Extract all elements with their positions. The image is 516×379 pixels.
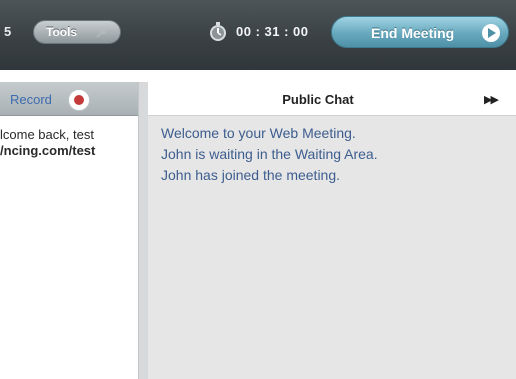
chat-message: Welcome to your Web Meeting.: [161, 125, 356, 141]
tools-button-label: Tools: [46, 25, 78, 39]
record-label: Record: [10, 92, 52, 107]
meeting-window: 5 Tools 00 : 31 : 00 End Meeting Record: [0, 0, 516, 379]
top-toolbar: 5 Tools 00 : 31 : 00 End Meeting: [0, 0, 516, 70]
public-chat-panel: Public Chat ▶▶ Welcome to your Web Meeti…: [148, 82, 516, 379]
end-meeting-label: End Meeting: [371, 25, 455, 41]
toolbar-count: 5: [4, 24, 12, 39]
chat-message: John is waiting in the Waiting Area.: [161, 146, 378, 162]
left-panel-header: Record: [0, 82, 138, 116]
tools-button[interactable]: Tools: [33, 20, 121, 44]
meeting-url: ncing.com/test/: [0, 143, 138, 158]
play-circle-icon: [482, 24, 500, 42]
chat-message-list: Welcome to your Web Meeting. John is wai…: [161, 123, 506, 186]
meeting-url-text: ncing.com/test/: [0, 143, 96, 158]
chat-title: Public Chat: [282, 92, 354, 107]
meeting-timer: 00 : 31 : 00: [236, 24, 309, 39]
chat-header: Public Chat ▶▶: [148, 82, 516, 116]
left-panel: Record lcome back, test ncing.com/test/: [0, 82, 138, 379]
chat-message: John has joined the meeting.: [161, 167, 341, 183]
collapse-arrows-icon[interactable]: ▶▶: [484, 93, 499, 106]
stopwatch-icon: [210, 22, 226, 41]
welcome-message: lcome back, test: [0, 127, 138, 142]
end-meeting-button[interactable]: End Meeting: [331, 16, 509, 48]
left-panel-scrollbar[interactable]: [138, 82, 148, 379]
pin-icon: [96, 28, 107, 38]
record-icon: [68, 89, 90, 111]
welcome-message-text: lcome back, test: [0, 127, 94, 142]
